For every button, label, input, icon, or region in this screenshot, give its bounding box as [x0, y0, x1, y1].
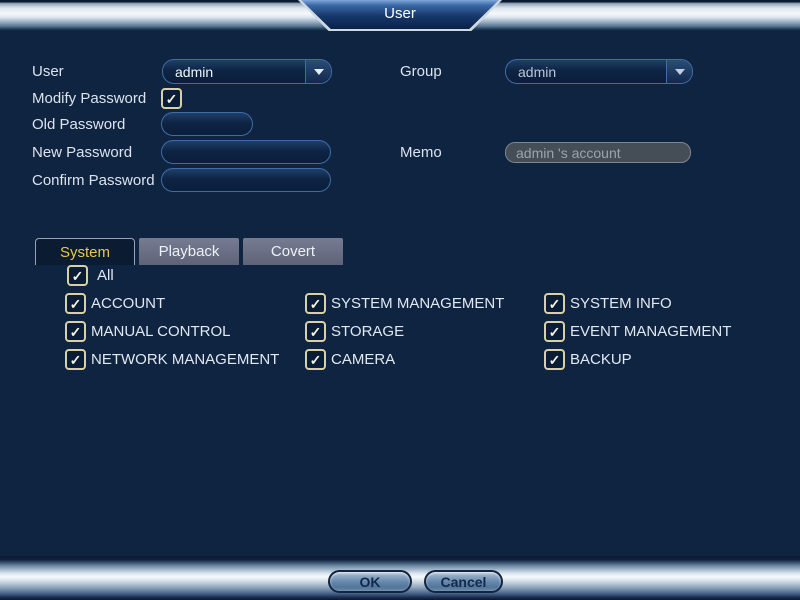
new-password-field[interactable]	[161, 140, 331, 164]
memo-label: Memo	[400, 144, 442, 161]
check-icon: ✓	[310, 297, 322, 311]
permission-checkbox-backup[interactable]: ✓	[544, 349, 565, 370]
check-icon: ✓	[70, 325, 82, 339]
permission-checkbox-storage[interactable]: ✓	[305, 321, 326, 342]
confirm-password-field[interactable]	[161, 168, 331, 192]
permission-label-account: ACCOUNT	[91, 295, 165, 312]
chevron-down-icon	[675, 69, 685, 75]
group-dropdown[interactable]: admin	[505, 59, 693, 84]
memo-field: admin 's account	[505, 142, 691, 163]
permission-label-storage: STORAGE	[331, 323, 404, 340]
user-label: User	[32, 63, 64, 80]
check-icon: ✓	[310, 325, 322, 339]
memo-value: admin 's account	[506, 145, 621, 161]
user-dropdown-value: admin	[163, 64, 305, 80]
cancel-button[interactable]: Cancel	[424, 570, 503, 593]
modify-password-label: Modify Password	[32, 90, 146, 107]
permission-checkbox-system-info[interactable]: ✓	[544, 293, 565, 314]
permission-checkbox-account[interactable]: ✓	[65, 293, 86, 314]
check-icon: ✓	[549, 353, 561, 367]
old-password-label: Old Password	[32, 116, 125, 133]
group-label: Group	[400, 63, 442, 80]
check-icon: ✓	[72, 269, 84, 283]
group-dropdown-value: admin	[506, 64, 666, 80]
permission-checkbox-manual-control[interactable]: ✓	[65, 321, 86, 342]
ok-button[interactable]: OK	[328, 570, 412, 593]
check-icon: ✓	[166, 92, 178, 106]
user-dropdown[interactable]: admin	[162, 59, 332, 84]
check-icon: ✓	[70, 297, 82, 311]
permission-checkbox-system-management[interactable]: ✓	[305, 293, 326, 314]
permission-all-label: All	[97, 267, 114, 284]
permission-label-network-management: NETWORK MANAGEMENT	[91, 351, 279, 368]
check-icon: ✓	[549, 325, 561, 339]
check-icon: ✓	[310, 353, 322, 367]
user-dialog: User User admin Group admin Modify Passw…	[0, 0, 800, 600]
tab-playback[interactable]: Playback	[139, 238, 239, 265]
chevron-down-icon	[314, 69, 324, 75]
permission-all-checkbox[interactable]: ✓	[67, 265, 88, 286]
permission-label-camera: CAMERA	[331, 351, 395, 368]
permission-label-event-management: EVENT MANAGEMENT	[570, 323, 731, 340]
user-dropdown-arrow[interactable]	[305, 60, 331, 83]
permission-label-backup: BACKUP	[570, 351, 632, 368]
check-icon: ✓	[70, 353, 82, 367]
permission-checkbox-network-management[interactable]: ✓	[65, 349, 86, 370]
confirm-password-label: Confirm Password	[32, 172, 155, 189]
check-icon: ✓	[549, 297, 561, 311]
group-dropdown-arrow[interactable]	[666, 60, 692, 83]
permission-label-system-info: SYSTEM INFO	[570, 295, 672, 312]
new-password-label: New Password	[32, 144, 132, 161]
permission-label-system-management: SYSTEM MANAGEMENT	[331, 295, 504, 312]
permission-checkbox-camera[interactable]: ✓	[305, 349, 326, 370]
title-tab: User	[301, 0, 499, 29]
tab-covert[interactable]: Covert	[243, 238, 343, 265]
modify-password-checkbox[interactable]: ✓	[161, 88, 182, 109]
tab-system[interactable]: System	[35, 238, 135, 265]
permission-checkbox-event-management[interactable]: ✓	[544, 321, 565, 342]
page-title: User	[384, 5, 416, 24]
permission-label-manual-control: MANUAL CONTROL	[91, 323, 230, 340]
old-password-field[interactable]	[161, 112, 253, 136]
